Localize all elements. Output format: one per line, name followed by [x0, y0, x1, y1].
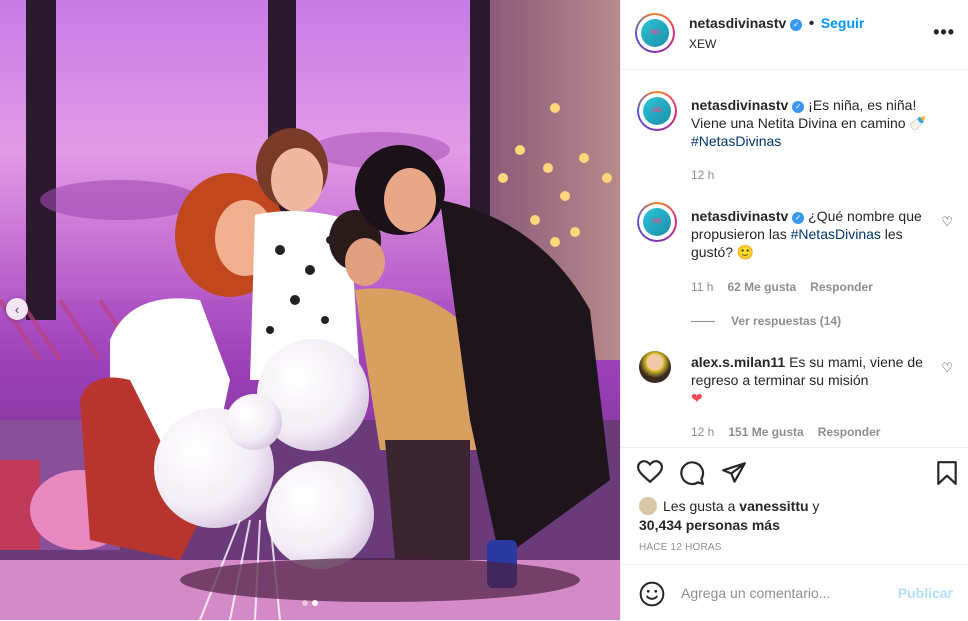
avatar[interactable]	[639, 351, 671, 383]
post-timestamp[interactable]: HACE 12 HORAS	[639, 542, 722, 553]
heart-icon[interactable]	[636, 460, 664, 489]
chevron-left-icon: ‹	[14, 301, 20, 317]
follow-button[interactable]: Seguir	[821, 15, 865, 31]
comment-likes[interactable]: 151 Me gusta	[728, 425, 803, 439]
likes-summary: Les gusta a vanessittu y 30,434 personas…	[639, 497, 820, 533]
liker-username[interactable]: vanessittu	[739, 498, 808, 514]
comment-username[interactable]: netasdivinastv	[691, 208, 788, 224]
post-photo[interactable]: ‹	[0, 0, 620, 620]
view-replies-button[interactable]: Ver respuestas (14)	[691, 312, 841, 330]
caption-time[interactable]: 12 h	[691, 166, 714, 184]
verified-icon: ✓	[792, 212, 805, 224]
comment-hashtag[interactable]: #NetasDivinas	[791, 226, 881, 242]
post-location[interactable]: XEW	[689, 37, 716, 51]
comment-item: ND netasdivinastv ✓ ¿Qué nombre que propu…	[637, 202, 957, 330]
post-caption: ND netasdivinastv ✓ ¡Es niña, es niña! Vi…	[637, 91, 957, 182]
comment-input[interactable]: Agrega un comentario...	[681, 585, 830, 601]
comment-heart-icon[interactable]: ♡	[941, 359, 953, 377]
comment-time[interactable]: 12 h	[691, 425, 714, 439]
carousel-prev-button[interactable]: ‹	[6, 298, 28, 320]
publish-button[interactable]: Publicar	[898, 585, 953, 601]
heart-emoji: ❤	[691, 390, 703, 406]
smile-icon[interactable]	[639, 581, 665, 612]
likes-count[interactable]: 30,434 personas más	[639, 517, 780, 533]
carousel-indicator	[302, 600, 318, 606]
post-actions: Les gusta a vanessittu y 30,434 personas…	[621, 447, 968, 620]
carousel-dot	[302, 600, 308, 606]
photo-illustration	[0, 0, 620, 620]
post-author-username[interactable]: netasdivinastv	[689, 15, 786, 31]
share-icon[interactable]	[721, 460, 747, 491]
caption-hashtag[interactable]: #NetasDivinas	[691, 133, 781, 149]
avatar-logo: ND	[641, 19, 669, 47]
caption-username[interactable]: netasdivinastv	[691, 97, 788, 113]
post-sidebar: ND netasdivinastv ✓ • Seguir XEW ••• ND n…	[620, 0, 968, 620]
comment-time[interactable]: 11 h	[691, 280, 713, 294]
avatar[interactable]: ND	[637, 91, 677, 131]
reply-button[interactable]: Responder	[810, 280, 873, 294]
bookmark-icon[interactable]	[935, 460, 959, 491]
verified-icon: ✓	[790, 19, 803, 31]
comment-icon[interactable]	[679, 460, 705, 491]
avatar[interactable]: ND	[637, 202, 677, 242]
more-icon[interactable]: •••	[933, 22, 955, 43]
comment-username[interactable]: alex.s.milan11	[691, 354, 785, 370]
comment-heart-icon[interactable]: ♡	[941, 213, 953, 231]
carousel-dot-active	[312, 600, 318, 606]
reply-button[interactable]: Responder	[818, 425, 881, 439]
comment-item: alex.s.milan11 Es su mami, viene de regr…	[637, 351, 957, 443]
avatar[interactable]: ND	[635, 13, 675, 53]
add-comment-bar: Agrega un comentario... Publicar	[621, 564, 968, 621]
liker-avatar[interactable]	[639, 497, 657, 515]
verified-icon: ✓	[792, 101, 805, 113]
post-header: ND netasdivinastv ✓ • Seguir XEW •••	[621, 0, 968, 70]
comment-likes[interactable]: 62 Me gusta	[727, 280, 796, 294]
